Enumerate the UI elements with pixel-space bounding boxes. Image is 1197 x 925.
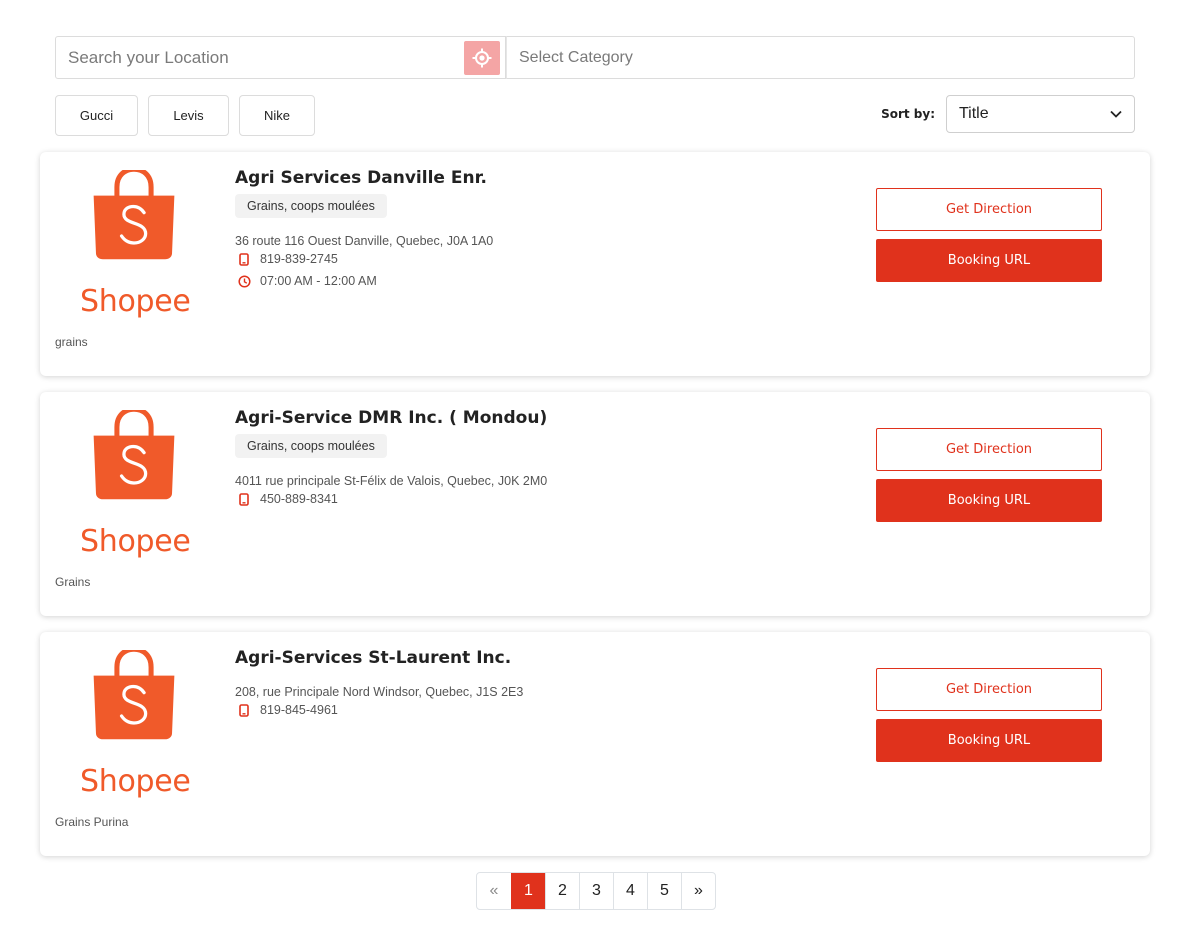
listing-address: 36 route 116 Ouest Danville, Quebec, J0A…: [235, 234, 494, 248]
listing-title[interactable]: Agri-Services St-Laurent Inc.: [235, 648, 511, 668]
listing-title[interactable]: Agri-Service DMR Inc. ( Mondou): [235, 408, 547, 428]
listing-category: grains: [55, 335, 88, 349]
phone-icon: [237, 252, 251, 266]
listing-card: Shopee Grains Purina Agri-Services St-La…: [40, 632, 1150, 856]
pagination-next[interactable]: »: [681, 873, 715, 909]
listing-category: Grains: [55, 575, 91, 589]
shopee-logo: Shopee: [80, 170, 191, 322]
sort-select[interactable]: Title: [946, 95, 1135, 133]
listing-phone-text: 450-889-8341: [260, 492, 338, 506]
chevron-down-icon: [1110, 110, 1122, 118]
crosshair-icon: [472, 48, 492, 68]
clock-icon: [237, 274, 251, 288]
location-search-input[interactable]: [56, 37, 505, 78]
get-direction-button[interactable]: Get Direction: [876, 668, 1102, 711]
shopee-logo-text: Shopee: [80, 284, 191, 319]
shopee-logo: Shopee: [80, 410, 191, 562]
listing-phone: 450-889-8341: [237, 492, 338, 506]
shopee-bag-icon: [80, 410, 188, 528]
locate-me-button[interactable]: [464, 41, 500, 75]
shopee-logo: Shopee: [80, 650, 191, 802]
listing-hours: 07:00 AM - 12:00 AM: [237, 274, 377, 288]
listing-card: Shopee grains Agri Services Danville Enr…: [40, 152, 1150, 376]
phone-icon: [237, 492, 251, 506]
get-direction-button[interactable]: Get Direction: [876, 188, 1102, 231]
listing-phone-text: 819-839-2745: [260, 252, 338, 266]
pagination-page-4[interactable]: 4: [613, 873, 647, 909]
sort-label: Sort by:: [881, 107, 935, 121]
shopee-logo-text: Shopee: [80, 524, 191, 559]
listing-phone: 819-839-2745: [237, 252, 338, 266]
booking-url-button[interactable]: Booking URL: [876, 719, 1102, 762]
sort-control: Sort by: Title: [881, 95, 1135, 133]
listing-card: Shopee Grains Agri-Service DMR Inc. ( Mo…: [40, 392, 1150, 616]
get-direction-button[interactable]: Get Direction: [876, 428, 1102, 471]
listing-phone-text: 819-845-4961: [260, 703, 338, 717]
pagination: « 1 2 3 4 5 »: [476, 872, 716, 910]
listing-address: 4011 rue principale St-Félix de Valois, …: [235, 474, 548, 488]
search-bar: Select Category: [55, 36, 1135, 79]
pagination-page-2[interactable]: 2: [545, 873, 579, 909]
phone-icon: [237, 703, 251, 717]
tag-button-nike[interactable]: Nike: [239, 95, 315, 136]
pagination-page-3[interactable]: 3: [579, 873, 613, 909]
booking-url-button[interactable]: Booking URL: [876, 239, 1102, 282]
listing-address: 208, rue Principale Nord Windsor, Quebec…: [235, 685, 524, 699]
pagination-prev[interactable]: «: [477, 873, 511, 909]
shopee-bag-icon: [80, 650, 188, 768]
shopee-bag-icon: [80, 170, 188, 288]
sort-select-value: Title: [959, 105, 989, 122]
pagination-page-1[interactable]: 1: [511, 873, 545, 909]
tag-button-levis[interactable]: Levis: [148, 95, 229, 136]
category-select[interactable]: Select Category: [506, 36, 1135, 79]
listing-tag: Grains, coops moulées: [235, 194, 387, 218]
listing-hours-text: 07:00 AM - 12:00 AM: [260, 274, 377, 288]
listing-category: Grains Purina: [55, 815, 129, 829]
booking-url-button[interactable]: Booking URL: [876, 479, 1102, 522]
listing-phone: 819-845-4961: [237, 703, 338, 717]
pagination-page-5[interactable]: 5: [647, 873, 681, 909]
tag-button-gucci[interactable]: Gucci: [55, 95, 138, 136]
shopee-logo-text: Shopee: [80, 764, 191, 799]
listing-title[interactable]: Agri Services Danville Enr.: [235, 168, 487, 188]
tag-filters: Gucci Levis Nike: [55, 95, 315, 136]
listing-tag: Grains, coops moulées: [235, 434, 387, 458]
location-search-wrapper: [55, 36, 506, 79]
